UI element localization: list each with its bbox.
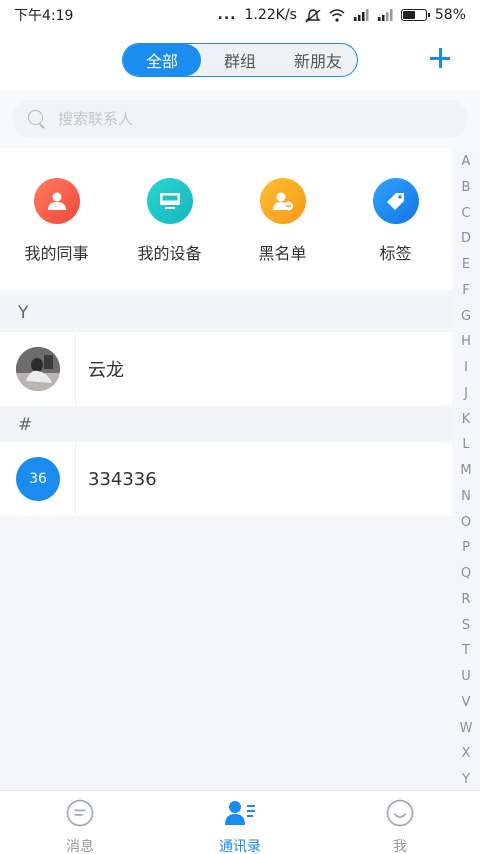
plus-icon[interactable] (428, 46, 452, 70)
section-header-hash: # (0, 406, 452, 444)
index-letter-s[interactable]: S (462, 616, 470, 636)
entry-label: 我的同事 (24, 244, 89, 263)
index-letter-t[interactable]: T (462, 641, 470, 661)
entry-label: 黑名单 (258, 244, 307, 263)
network-speed: 1.22K/s (244, 7, 297, 23)
contact-row-yunlong[interactable]: 云龙 (0, 332, 452, 406)
tag-icon (372, 178, 419, 224)
entry-devices[interactable]: 我的设备 (113, 148, 226, 290)
battery-level (402, 11, 416, 19)
monitor-icon (146, 178, 193, 224)
search-input[interactable] (58, 110, 418, 128)
tab-contacts[interactable]: 通讯录 (160, 791, 320, 854)
index-letter-y[interactable]: Y (462, 770, 470, 790)
section-header-y: Y (0, 294, 452, 332)
index-letter-q[interactable]: Q (461, 564, 471, 584)
blocked-user-icon (259, 178, 306, 224)
bottom-tab-bar: 消息 通讯录 我 (0, 790, 480, 854)
index-letter-c[interactable]: C (461, 204, 470, 224)
index-letter-w[interactable]: W (460, 719, 473, 739)
search-box[interactable] (12, 100, 468, 138)
notification-dots: ... (217, 7, 237, 23)
index-letter-n[interactable]: N (461, 487, 471, 507)
segmented-tabs: 全部 群组 新朋友 (122, 43, 358, 77)
index-letter-b[interactable]: B (462, 178, 471, 198)
tab-messages[interactable]: 消息 (0, 791, 160, 854)
search-area (0, 90, 480, 148)
row-divider (75, 442, 76, 516)
contact-row-334336[interactable]: 36 334336 (0, 442, 452, 516)
index-letter-h[interactable]: H (461, 332, 471, 352)
alphabet-index[interactable]: ABCDEFGHIJKLMNOPQRSTUVWXY (452, 150, 480, 790)
index-letter-l[interactable]: L (462, 435, 469, 455)
tab-all[interactable]: 全部 (123, 44, 201, 76)
contact-name: 334336 (88, 468, 157, 490)
signal-icon-2 (377, 9, 393, 21)
entry-blacklist[interactable]: 黑名单 (226, 148, 339, 290)
message-icon (65, 798, 95, 832)
tab-me[interactable]: 我 (320, 791, 480, 854)
tab-label: 我 (393, 839, 407, 854)
contact-name: 云龙 (88, 360, 124, 381)
entry-label: 我的设备 (137, 244, 202, 263)
index-letter-k[interactable]: K (462, 410, 471, 430)
search-icon (28, 110, 46, 128)
tab-label: 通讯录 (219, 839, 261, 854)
index-letter-a[interactable]: A (462, 152, 471, 172)
wifi-icon (329, 9, 345, 22)
index-letter-r[interactable]: R (461, 590, 470, 610)
entry-tags[interactable]: 标签 (339, 148, 452, 290)
status-right: ... 1.22K/s 58% (218, 7, 466, 23)
index-letter-x[interactable]: X (462, 744, 471, 764)
mute-icon (305, 9, 321, 23)
tab-new-friends[interactable]: 新朋友 (279, 44, 357, 76)
entry-label: 标签 (379, 244, 412, 263)
tab-label: 消息 (66, 839, 94, 854)
index-letter-d[interactable]: D (461, 229, 471, 249)
quick-entries: 我的同事 我的设备 黑名单 标签 (0, 148, 452, 290)
index-letter-v[interactable]: V (462, 693, 471, 713)
smile-icon (385, 798, 415, 832)
index-letter-j[interactable]: J (464, 384, 468, 404)
signal-icon-1 (353, 9, 369, 21)
index-letter-p[interactable]: P (462, 538, 470, 558)
index-letter-i[interactable]: I (464, 358, 468, 378)
index-letter-g[interactable]: G (461, 307, 471, 327)
avatar (16, 347, 60, 391)
entry-colleagues[interactable]: 我的同事 (0, 148, 113, 290)
contacts-icon (224, 798, 256, 832)
status-time: 下午4:19 (14, 8, 74, 24)
battery-percent: 58% (434, 7, 466, 23)
index-letter-u[interactable]: U (461, 667, 471, 687)
index-letter-m[interactable]: M (460, 461, 471, 481)
status-bar: 下午4:19 ... 1.22K/s 58% (0, 0, 480, 30)
header: 全部 群组 新朋友 (0, 30, 480, 90)
index-letter-o[interactable]: O (461, 513, 471, 533)
index-letter-e[interactable]: E (462, 255, 470, 275)
colleague-icon (33, 178, 80, 224)
row-divider (75, 332, 76, 406)
tab-groups[interactable]: 群组 (201, 44, 279, 76)
battery-icon (400, 9, 430, 21)
contacts-screen: 下午4:19 ... 1.22K/s 58% 全部 群组 新朋友 搜索联系人 我… (0, 0, 480, 854)
avatar: 36 (16, 457, 60, 501)
index-letter-f[interactable]: F (462, 281, 469, 301)
